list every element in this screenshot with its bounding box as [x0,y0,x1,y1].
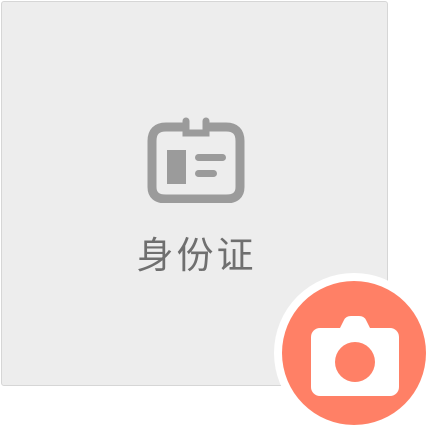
camera-button[interactable] [274,273,434,433]
id-upload-widget: 身份证 [0,0,435,435]
id-card-icon [147,117,245,203]
camera-button-circle[interactable] [282,281,426,425]
camera-icon [311,316,399,396]
id-card-label: 身份证 [136,234,257,277]
